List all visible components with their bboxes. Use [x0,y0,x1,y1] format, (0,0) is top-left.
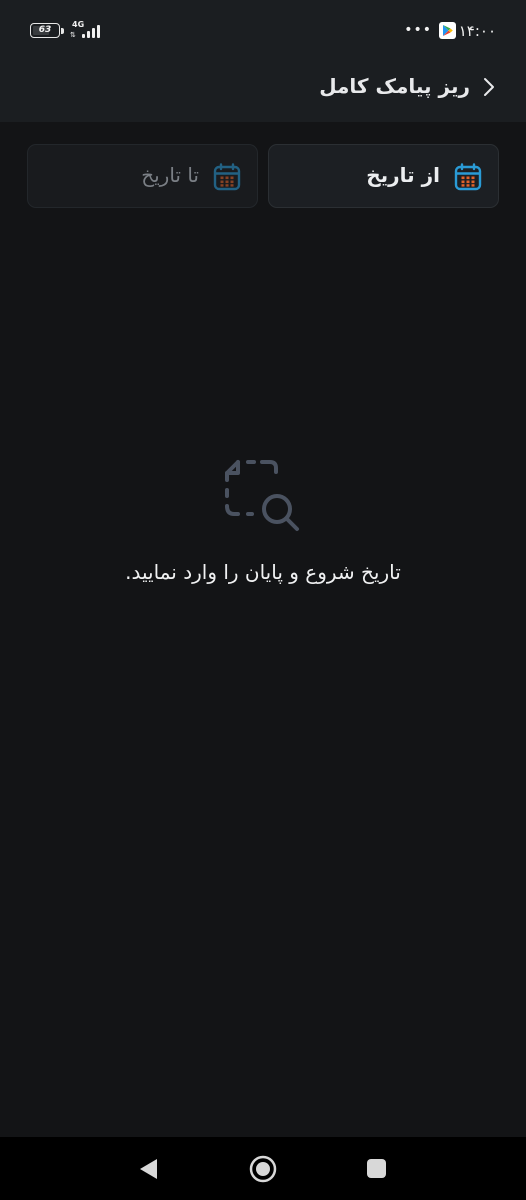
navigation-bar [0,1137,526,1200]
from-date-button[interactable]: از تاریخ [268,144,499,208]
screen: 63 4G ⇅ ••• ۱۴:۰۰ ریز پیامک کامل از تاری… [0,0,526,1200]
calendar-icon [213,163,241,191]
more-notifications-icon: ••• [404,22,432,38]
from-date-label: از تاریخ [366,163,440,187]
nav-recents-icon[interactable] [367,1159,386,1178]
google-play-icon [439,22,456,39]
status-bar: 63 4G ⇅ ••• ۱۴:۰۰ [0,0,526,60]
battery-icon: 63 [30,23,60,38]
signal-icon [82,24,100,38]
battery-tip [61,28,64,34]
to-date-label: تا تاریخ [141,163,199,187]
calendar-icon [454,163,482,191]
file-search-icon [225,460,299,531]
nav-home-icon[interactable] [249,1155,277,1183]
page-title: ریز پیامک کامل [319,74,470,98]
data-arrows-icon: ⇅ [70,31,76,39]
battery-level: 63 [38,25,52,35]
app-bar: ریز پیامک کامل [0,60,526,122]
status-time: ۱۴:۰۰ [458,22,496,40]
chevron-right-icon[interactable] [480,76,498,98]
to-date-button[interactable]: تا تاریخ [27,144,258,208]
empty-state-message: تاریخ شروع و پایان را وارد نمایید. [125,560,401,584]
nav-back-icon[interactable] [138,1157,158,1181]
